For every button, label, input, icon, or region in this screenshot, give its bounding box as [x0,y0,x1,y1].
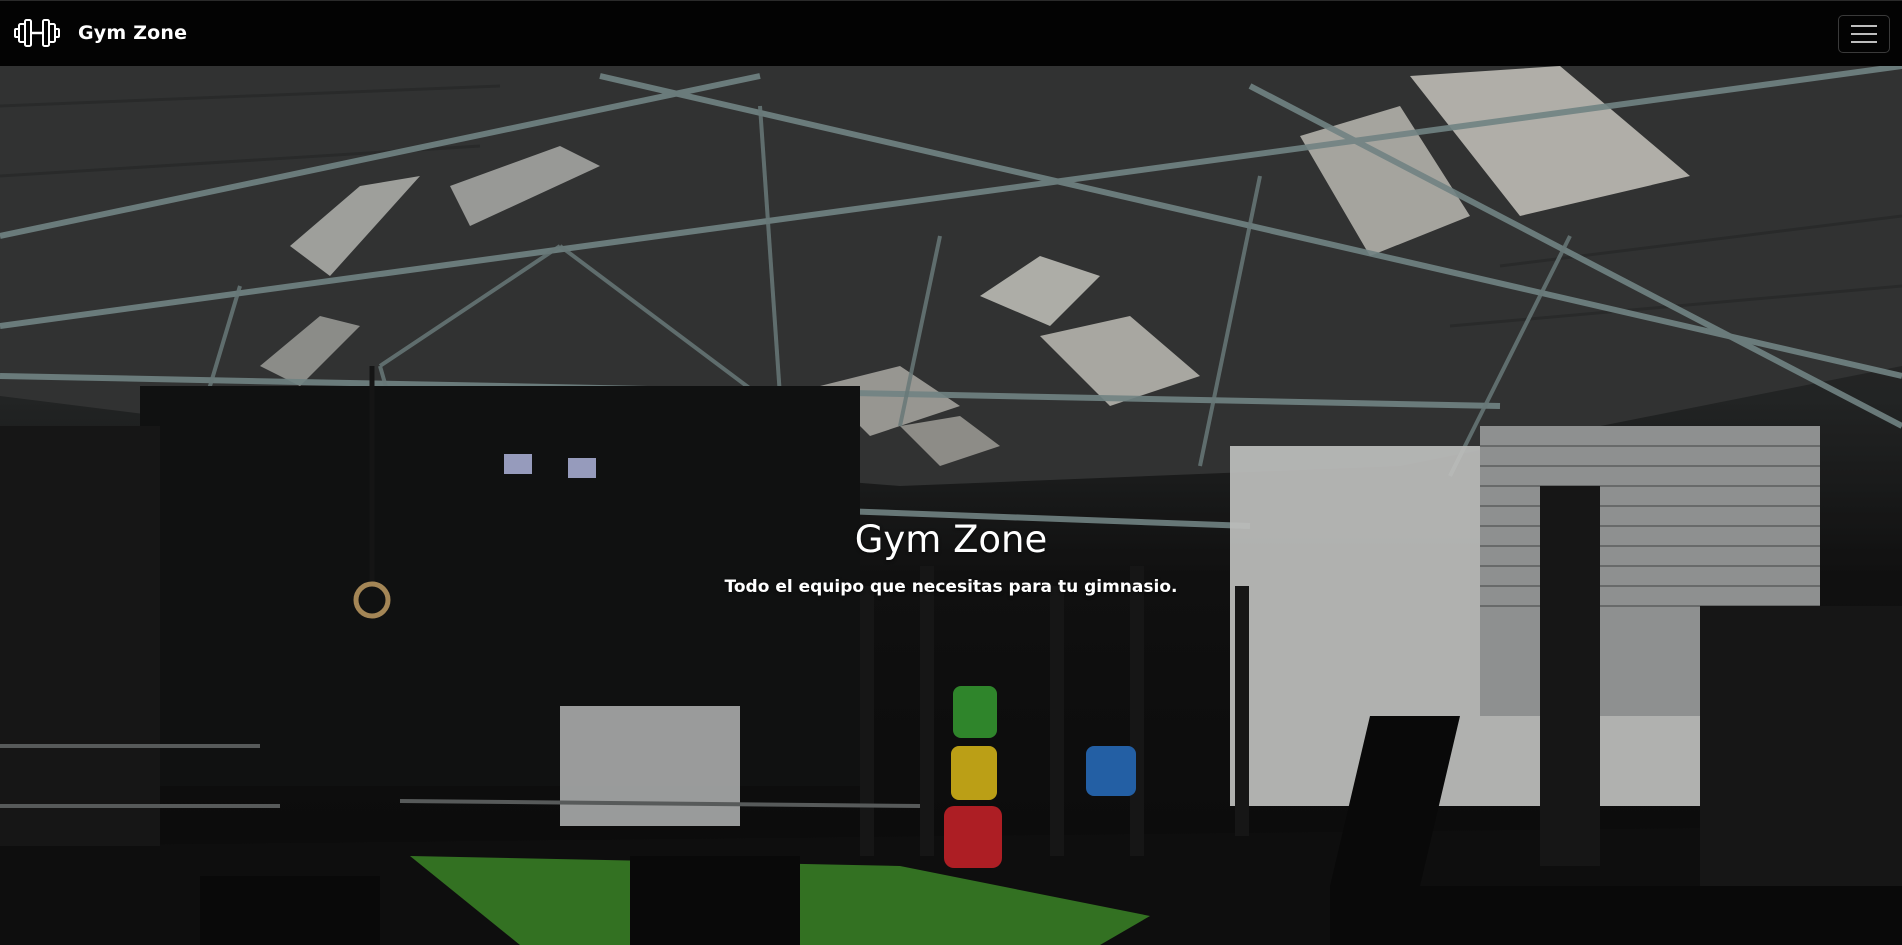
brand-link[interactable]: Gym Zone [14,16,187,50]
menu-toggle-button[interactable] [1838,15,1890,53]
dumbbell-icon [14,19,60,47]
hero-title: Gym Zone [854,518,1048,561]
brand-name: Gym Zone [78,22,188,44]
hamburger-menu-icon [1851,25,1877,43]
hero-overlay [0,66,1902,945]
hero-section: Gym Zone Todo el equipo que necesitas pa… [0,66,1902,945]
navbar: Gym Zone [0,0,1902,66]
hero-subtitle: Todo el equipo que necesitas para tu gim… [724,577,1178,597]
